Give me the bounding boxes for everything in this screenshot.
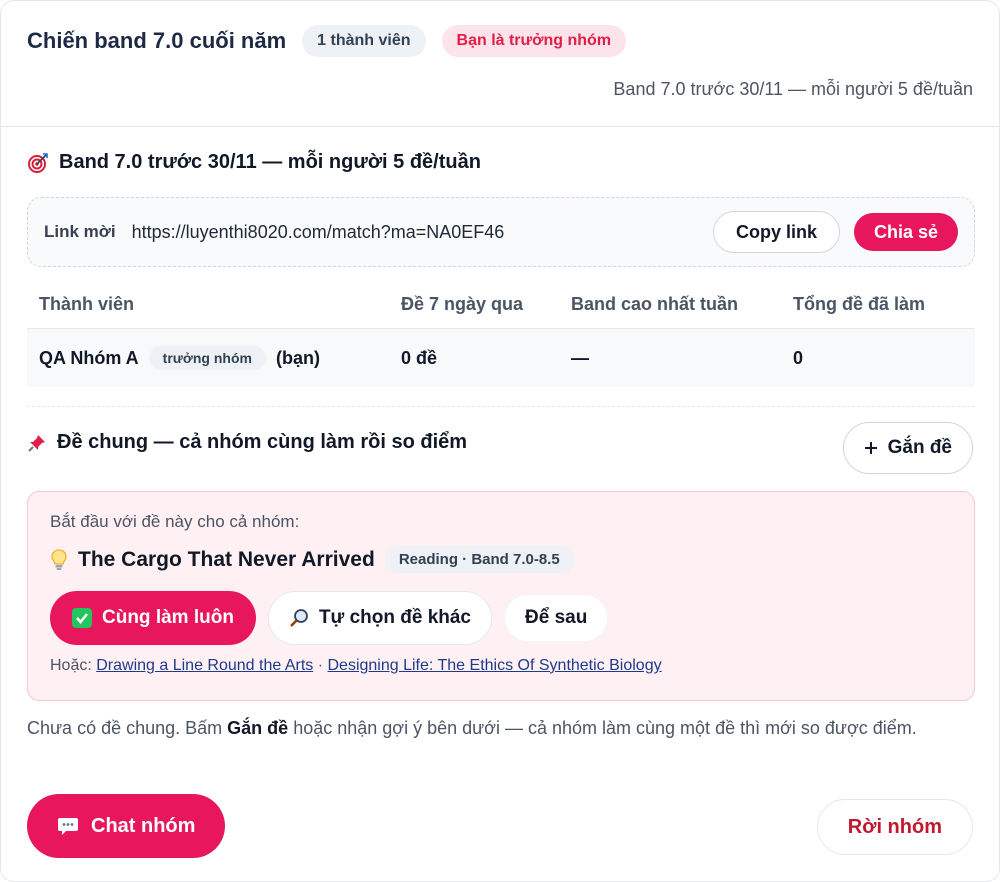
group-title-row: Chiến band 7.0 cuối năm 1 thành viên Bạn…	[27, 25, 973, 57]
group-title: Chiến band 7.0 cuối năm	[27, 28, 287, 53]
group-chat-label: Chat nhóm	[91, 814, 196, 837]
leave-group-button[interactable]: Rời nhóm	[816, 799, 973, 855]
suggestion-actions: Cùng làm luôn Tự chọn đề khác Để sau	[50, 591, 952, 645]
table-row: QA Nhóm A trưởng nhóm (bạn) 0 đề — 0	[27, 329, 975, 387]
lightbulb-icon	[50, 548, 68, 571]
alternative-test-link[interactable]: Drawing a Line Round the Arts	[96, 657, 313, 674]
suggested-test-tag: Reading · Band 7.0-8.5	[384, 546, 574, 573]
alternative-test-link[interactable]: Designing Life: The Ethics Of Synthetic …	[328, 657, 662, 674]
member-name: QA Nhóm A	[39, 347, 139, 368]
member-tests-7d: 0 đề	[401, 347, 438, 368]
member-best-band: —	[571, 347, 589, 368]
empty-shared-note: Chưa có đề chung. Bấm Gắn đề hoặc nhận g…	[27, 713, 975, 744]
suggested-test-title: The Cargo That Never Arrived	[78, 547, 375, 571]
note-text-bold: Gắn đề	[227, 718, 289, 738]
alternative-separator: ·	[317, 657, 324, 674]
copy-link-button[interactable]: Copy link	[712, 211, 840, 253]
choose-other-test-label: Tự chọn đề khác	[318, 607, 472, 628]
members-table: Thành viên Đề 7 ngày qua Band cao nhất t…	[27, 281, 975, 387]
speech-bubble-icon	[57, 816, 79, 836]
later-button[interactable]: Để sau	[504, 594, 609, 642]
member-count-badge: 1 thành viên	[302, 25, 426, 57]
member-total: 0	[793, 347, 804, 368]
member-role-badge: trưởng nhóm	[148, 346, 266, 370]
choose-other-test-button[interactable]: Tự chọn đề khác	[267, 591, 493, 645]
plus-icon	[864, 441, 878, 455]
suggestion-box: Bắt đầu với đề này cho cả nhóm: The Carg…	[27, 491, 975, 701]
header-member: Thành viên	[39, 294, 135, 314]
do-together-button[interactable]: Cùng làm luôn	[50, 591, 256, 645]
alternative-tests: Hoặc: Drawing a Line Round the Arts · De…	[50, 657, 952, 675]
header-total: Tổng đề đã làm	[793, 294, 926, 314]
check-box-icon	[72, 608, 92, 628]
goal-text: Band 7.0 trước 30/11 — mỗi người 5 đề/tu…	[59, 151, 481, 173]
group-card: Chiến band 7.0 cuối năm 1 thành viên Bạn…	[0, 0, 1000, 882]
attach-test-label: Gắn đề	[887, 437, 952, 458]
invite-label: Link mời	[44, 222, 116, 241]
note-text-before: Chưa có đề chung. Bấm	[27, 718, 228, 738]
group-header: Chiến band 7.0 cuối năm 1 thành viên Bạn…	[1, 1, 999, 127]
suggestion-lead: Bắt đầu với đề này cho cả nhóm:	[50, 512, 300, 531]
suggested-test-row: The Cargo That Never Arrived Reading · B…	[50, 546, 952, 573]
member-cell: QA Nhóm A trưởng nhóm (bạn)	[27, 346, 401, 370]
search-icon	[289, 608, 309, 628]
invite-box: Link mời https://luyenthi8020.com/match?…	[27, 197, 975, 267]
attach-test-button[interactable]: Gắn đề	[842, 422, 973, 474]
invite-url[interactable]: https://luyenthi8020.com/match?ma=NA0EF4…	[132, 222, 713, 243]
table-header: Thành viên Đề 7 ngày qua Band cao nhất t…	[27, 281, 975, 329]
goal-summary: Band 7.0 trước 30/11 — mỗi người 5 đề/tu…	[613, 79, 973, 99]
do-together-label: Cùng làm luôn	[102, 607, 234, 628]
shared-title: Đề chung — cả nhóm cùng làm rồi so điểm	[57, 431, 468, 453]
share-button[interactable]: Chia sẻ	[853, 213, 958, 251]
group-chat-button[interactable]: Chat nhóm	[27, 794, 226, 858]
section-divider	[27, 406, 975, 407]
target-icon	[27, 152, 49, 174]
header-best-band: Band cao nhất tuần	[571, 294, 739, 314]
pin-icon	[27, 433, 47, 453]
leader-badge: Bạn là trưởng nhóm	[441, 25, 627, 57]
goal-row: Band 7.0 trước 30/11 — mỗi người 5 đề/tu…	[27, 151, 481, 174]
alternative-prefix: Hoặc:	[50, 657, 92, 674]
member-you-label: (bạn)	[275, 347, 320, 368]
header-tests-7d: Đề 7 ngày qua	[401, 294, 524, 314]
shared-section-header: Đề chung — cả nhóm cùng làm rồi so điểm	[27, 431, 467, 454]
note-text-after: hoặc nhận gợi ý bên dưới — cả nhóm làm c…	[288, 718, 917, 738]
